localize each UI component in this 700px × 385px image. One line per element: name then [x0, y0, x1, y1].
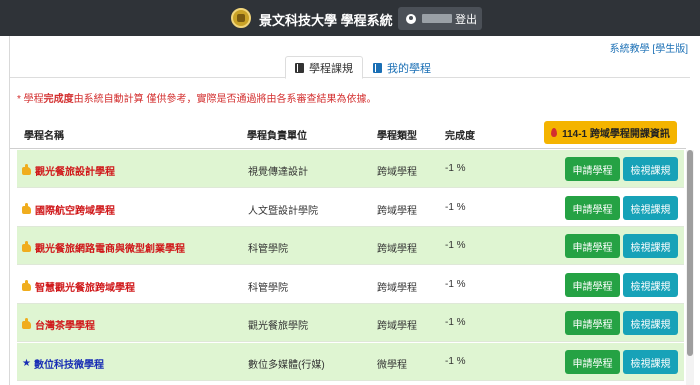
tab-bar: 學程課規 我的學程 [10, 52, 690, 79]
table-row: 智慧觀光餐旅跨域學程 科管學院 跨域學程 -1 % 申請學程 檢視課規 [17, 266, 684, 304]
program-unit: 數位多媒體(行媒) [248, 360, 325, 371]
program-unit: 觀光餐旅學院 [248, 321, 308, 332]
column-header-name: 學程名稱 [24, 131, 64, 142]
tab-my-programs[interactable]: 我的學程 [364, 56, 440, 79]
program-name-label: 數位科技微學程 [33, 360, 104, 371]
table-row: 觀光餐旅設計學程 視覺傳達設計 跨域學程 -1 % 申請學程 檢視課規 [17, 150, 684, 188]
table-row: 國際航空跨域學程 人文暨設計學院 跨域學程 -1 % 申請學程 檢視課規 [17, 189, 684, 227]
program-name[interactable]: 台灣茶學學程 [22, 317, 95, 332]
program-name-label: 觀光餐旅網路電商與微型創業學程 [35, 244, 185, 255]
thumbs-up-icon [22, 202, 31, 214]
view-rules-button[interactable]: 檢視課規 [623, 196, 678, 220]
program-name[interactable]: 觀光餐旅設計學程 [22, 163, 115, 178]
school-logo-icon [231, 8, 251, 28]
program-name-label: 智慧觀光餐旅跨域學程 [35, 283, 135, 294]
apply-program-button[interactable]: 申請學程 [565, 196, 620, 220]
thumbs-up-icon [22, 240, 31, 252]
column-header-type: 學程類型 [377, 131, 417, 142]
program-completion: -1 % [445, 202, 466, 213]
program-name-label: 台灣茶學學程 [35, 321, 95, 332]
tab-label: 我的學程 [387, 62, 431, 75]
program-name-label: 國際航空跨域學程 [35, 206, 115, 217]
fire-icon [551, 128, 558, 137]
fire-button-label: 114-1 跨域學程開課資訊 [562, 129, 670, 140]
content-frame-border [9, 36, 10, 385]
program-type: 跨域學程 [377, 283, 417, 294]
scrollbar-thumb[interactable] [687, 150, 693, 356]
user-icon [406, 13, 416, 24]
program-name[interactable]: 國際航空跨域學程 [22, 202, 115, 217]
program-type: 微學程 [377, 360, 407, 371]
program-unit: 人文暨設計學院 [248, 206, 318, 217]
tab-program-rules[interactable]: 學程課規 [285, 56, 363, 79]
apply-program-button[interactable]: 申請學程 [565, 311, 620, 335]
apply-program-button[interactable]: 申請學程 [565, 234, 620, 258]
program-completion: -1 % [445, 240, 466, 251]
column-header-unit: 學程負責單位 [247, 131, 307, 142]
notice-prefix: * 學程 [17, 94, 44, 105]
notice-suffix: 由系統自動計算 僅供參考，實際是否通過將由各系審查結果為依據。 [73, 94, 377, 105]
book-icon [295, 62, 304, 73]
program-completion: -1 % [445, 163, 466, 174]
masked-username [422, 14, 452, 23]
program-unit: 科管學院 [248, 283, 288, 294]
program-unit: 科管學院 [248, 244, 288, 255]
program-completion: -1 % [445, 279, 466, 290]
completion-notice: * 學程完成度由系統自動計算 僅供參考，實際是否通過將由各系審查結果為依據。 [17, 90, 376, 105]
view-rules-button[interactable]: 檢視課規 [623, 350, 678, 374]
top-navbar: 景文科技大學 學程系統 登出 [0, 0, 700, 36]
program-completion: -1 % [445, 356, 466, 367]
program-type: 跨域學程 [377, 167, 417, 178]
program-name[interactable]: 智慧觀光餐旅跨域學程 [22, 279, 135, 294]
site-title: 景文科技大學 學程系統 [259, 13, 393, 28]
program-type: 跨域學程 [377, 206, 417, 217]
notice-emphasis: 完成度 [43, 94, 74, 105]
thumbs-up-icon [22, 279, 31, 291]
view-rules-button[interactable]: 檢視課規 [623, 157, 678, 181]
view-rules-button[interactable]: 檢視課規 [623, 234, 678, 258]
program-name[interactable]: 觀光餐旅網路電商與微型創業學程 [22, 240, 185, 255]
program-type: 跨域學程 [377, 321, 417, 332]
apply-program-button[interactable]: 申請學程 [565, 350, 620, 374]
program-name-label: 觀光餐旅設計學程 [35, 167, 115, 178]
thumbs-up-icon [22, 163, 31, 175]
thumbs-up-icon [22, 317, 31, 329]
table-row: 觀光餐旅網路電商與微型創業學程 科管學院 跨域學程 -1 % 申請學程 檢視課規 [17, 227, 684, 265]
program-name[interactable]: ★ 數位科技微學程 [22, 356, 104, 371]
program-unit: 視覺傳達設計 [248, 167, 308, 178]
logout-button[interactable]: 登出 [398, 7, 482, 30]
table-header: 學程名稱 學程負責單位 學程類型 完成度 114-1 跨域學程開課資訊 [10, 116, 686, 149]
program-completion: -1 % [445, 317, 466, 328]
logout-label: 登出 [455, 13, 477, 26]
star-icon: ★ [22, 357, 31, 369]
tab-label: 學程課規 [309, 62, 353, 75]
apply-program-button[interactable]: 申請學程 [565, 273, 620, 297]
book-icon [373, 62, 382, 73]
program-type: 跨域學程 [377, 244, 417, 255]
view-rules-button[interactable]: 檢視課規 [623, 273, 678, 297]
table-row: 台灣茶學學程 觀光餐旅學院 跨域學程 -1 % 申請學程 檢視課規 [17, 304, 684, 342]
table-row: ★ 數位科技微學程 數位多媒體(行媒) 微學程 -1 % 申請學程 檢視課規 [17, 343, 684, 381]
view-rules-button[interactable]: 檢視課規 [623, 311, 678, 335]
apply-program-button[interactable]: 申請學程 [565, 157, 620, 181]
cross-program-course-info-button[interactable]: 114-1 跨域學程開課資訊 [544, 121, 677, 144]
column-header-completion: 完成度 [445, 131, 475, 142]
